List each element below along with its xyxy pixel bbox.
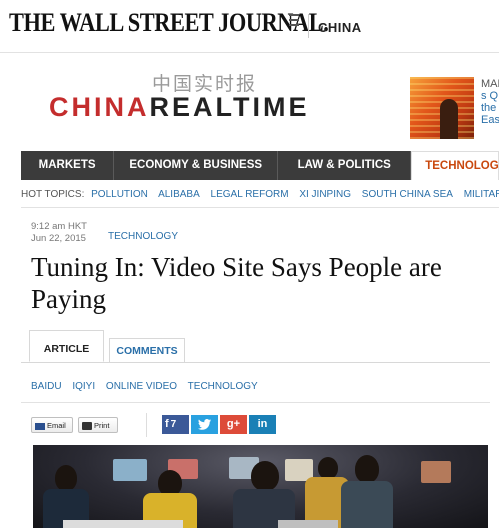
hot-topic-pollution[interactable]: POLLUTION xyxy=(91,189,148,200)
twitter-icon xyxy=(198,419,211,430)
article-tags: BAIDU IQIYI ONLINE VIDEO TECHNOLOGY xyxy=(31,381,266,392)
share-divider xyxy=(146,413,147,437)
nav-technology[interactable]: TECHNOLOGY xyxy=(411,151,499,180)
email-button[interactable]: Email xyxy=(31,417,73,433)
envelope-icon xyxy=(35,422,45,430)
promo-text[interactable]: MAR s Q the East xyxy=(481,78,499,126)
printer-icon xyxy=(82,422,92,431)
linkedin-icon: in xyxy=(257,418,268,430)
wsj-logo[interactable]: THE WALL STREET JOURNAL. xyxy=(9,8,329,38)
masthead: THE WALL STREET JOURNAL. CHINA xyxy=(0,0,499,53)
article-headline: Tuning In: Video Site Says People are Pa… xyxy=(31,252,442,314)
hot-topic-xi-jinping[interactable]: XI JINPING xyxy=(299,189,351,200)
hot-topic-alibaba[interactable]: ALIBABA xyxy=(158,189,200,200)
section-nav: MARKETS ECONOMY & BUSINESS LAW & POLITIC… xyxy=(21,151,499,180)
tag-technology[interactable]: TECHNOLOGY xyxy=(188,381,258,392)
tag-baidu[interactable]: BAIDU xyxy=(31,381,62,392)
facebook-share-button[interactable]: f7 xyxy=(162,415,189,434)
blog-title-part1: CHINA xyxy=(49,92,150,122)
tags-divider xyxy=(21,402,490,403)
blog-logo[interactable]: CHINAREALTIME xyxy=(49,92,310,123)
blog-title-part2: REALTIME xyxy=(149,92,310,122)
article-date: Jun 22, 2015 xyxy=(31,233,86,244)
tag-iqiyi[interactable]: IQIYI xyxy=(72,381,95,392)
article-category[interactable]: TECHNOLOGY xyxy=(108,231,178,242)
googleplus-icon: g+ xyxy=(226,418,241,430)
twitter-share-button[interactable] xyxy=(191,415,218,434)
article-photo xyxy=(33,445,488,528)
nav-markets[interactable]: MARKETS xyxy=(21,151,115,180)
tab-comments[interactable]: COMMENTS xyxy=(109,338,185,362)
hot-topics-label: HOT TOPICS: xyxy=(21,189,85,200)
googleplus-share-button[interactable]: g+ xyxy=(220,415,247,434)
edition-selector[interactable]: CHINA xyxy=(318,20,362,35)
menu-icon[interactable] xyxy=(289,14,299,29)
hot-topic-south-china-sea[interactable]: SOUTH CHINA SEA xyxy=(362,189,453,200)
article-tabs: ARTICLE COMMENTS xyxy=(21,330,490,363)
hot-topic-military[interactable]: MILITARY xyxy=(464,189,499,200)
article-time: 9:12 am HKT xyxy=(31,221,87,232)
facebook-icon: f xyxy=(165,418,169,430)
print-button[interactable]: Print xyxy=(78,417,118,433)
tag-online-video[interactable]: ONLINE VIDEO xyxy=(106,381,177,392)
promo-image[interactable] xyxy=(410,77,474,139)
edition-divider xyxy=(308,14,309,38)
linkedin-share-button[interactable]: in xyxy=(249,415,276,434)
nav-law-politics[interactable]: LAW & POLITICS xyxy=(278,151,412,180)
tab-article[interactable]: ARTICLE xyxy=(29,330,104,362)
facebook-share-count: 7 xyxy=(170,419,177,430)
hot-topic-legal-reform[interactable]: LEGAL REFORM xyxy=(211,189,289,200)
article-timestamp: 9:12 am HKT Jun 22, 2015 xyxy=(31,221,87,245)
hot-topics-bar: HOT TOPICS: POLLUTION ALIBABA LEGAL REFO… xyxy=(21,185,499,208)
nav-economy-business[interactable]: ECONOMY & BUSINESS xyxy=(114,151,279,180)
